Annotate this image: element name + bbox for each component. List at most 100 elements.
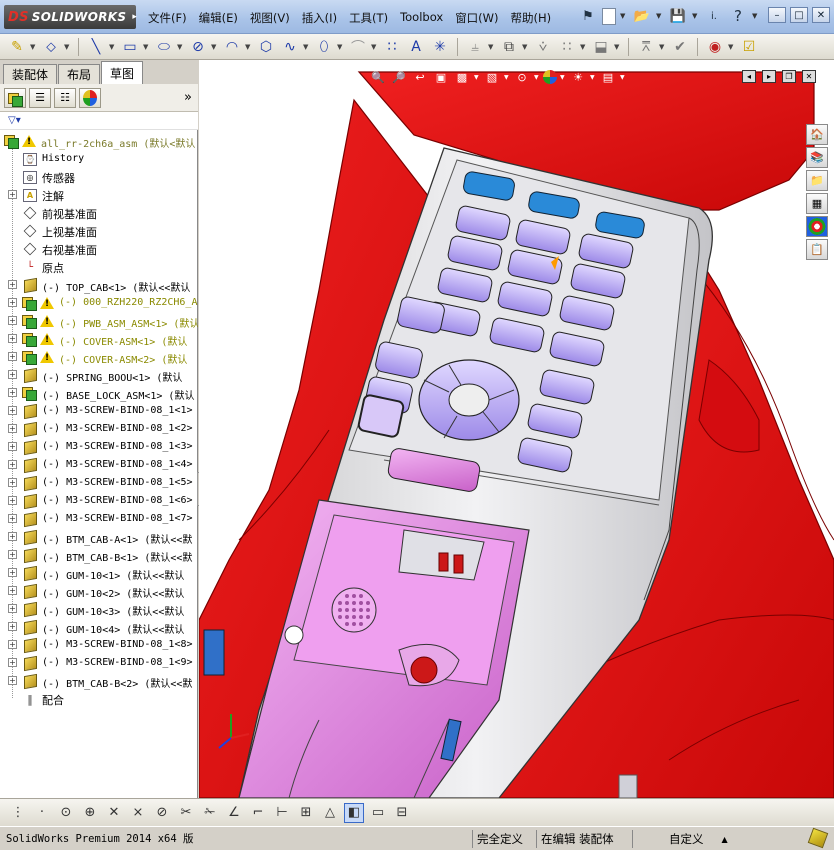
save-dropdown-arrow-icon[interactable]: ▼ bbox=[692, 12, 700, 20]
filter-cross-icon[interactable]: ✕ bbox=[104, 803, 124, 823]
expand-icon[interactable]: + bbox=[8, 550, 17, 559]
filter-face-icon[interactable]: ⊘ bbox=[152, 803, 172, 823]
feature-manager-tree-icon[interactable] bbox=[4, 87, 26, 108]
close-window-icon[interactable]: ✕ bbox=[812, 7, 830, 23]
tab-layout[interactable]: 布局 bbox=[58, 64, 101, 84]
display-manager-icon[interactable] bbox=[79, 87, 101, 108]
expand-icon[interactable]: + bbox=[8, 406, 17, 415]
new-document-icon[interactable] bbox=[602, 7, 616, 25]
expand-icon[interactable]: + bbox=[8, 496, 17, 505]
status-units-custom[interactable]: 自定义 ▲ bbox=[632, 830, 782, 848]
ellipse-dropdown-arrow-icon[interactable]: ▼ bbox=[337, 43, 345, 51]
text-icon[interactable]: A bbox=[405, 36, 427, 58]
tree-item[interactable]: + (-) M3-SCREW-BIND-08_1<9> bbox=[0, 654, 198, 672]
quick-tips-icon[interactable] bbox=[807, 827, 829, 849]
view-orientation-icon[interactable]: ▩ bbox=[453, 68, 471, 86]
arc-dropdown-arrow-icon[interactable]: ▼ bbox=[245, 43, 253, 51]
selected-key[interactable] bbox=[357, 394, 405, 438]
section-view-icon[interactable]: ▣ bbox=[432, 68, 450, 86]
model-view[interactable] bbox=[199, 60, 834, 798]
tree-item[interactable]: + (-) BTM_CAB-A<1> (默认<<默 bbox=[0, 528, 198, 546]
expand-icon[interactable]: + bbox=[8, 676, 17, 685]
tree-item[interactable]: +! (-) COVER-ASM<1> (默认 bbox=[0, 330, 198, 348]
tree-item[interactable]: + (-) GUM-10<4> (默认<<默认 bbox=[0, 618, 198, 636]
expand-icon[interactable]: + bbox=[8, 478, 17, 487]
hide-show-dropdown-arrow-icon[interactable]: ▼ bbox=[534, 74, 540, 81]
apply-scene-icon[interactable]: ☀ bbox=[569, 68, 587, 86]
filter-table-icon[interactable]: ⊟ bbox=[392, 803, 412, 823]
rectangle-dropdown-arrow-icon[interactable]: ▼ bbox=[143, 43, 151, 51]
menu-file[interactable]: 文件(F) bbox=[142, 8, 193, 28]
snaps-dropdown-arrow-icon[interactable]: ▼ bbox=[728, 43, 736, 51]
tab-assembly[interactable]: 装配体 bbox=[3, 64, 58, 84]
tree-item[interactable]: + (-) SPRING_BOOU<1> (默认 bbox=[0, 366, 198, 384]
tree-item[interactable]: + (-) BTM_CAB-B<1> (默认<<默 bbox=[0, 546, 198, 564]
zoom-to-area-icon[interactable]: 🔎 bbox=[390, 68, 408, 86]
tree-item[interactable]: + (-) BASE_LOCK_ASM<1> (默认 bbox=[0, 384, 198, 402]
ellipse-icon[interactable]: ⬯ bbox=[313, 36, 335, 58]
filter-vertex-icon[interactable]: ⊕ bbox=[80, 803, 100, 823]
sketch-dropdown-arrow-icon[interactable]: ▼ bbox=[30, 43, 38, 51]
tree-item[interactable]: + (-) M3-SCREW-BIND-08_1<1> bbox=[0, 402, 198, 420]
expand-icon[interactable]: + bbox=[8, 280, 17, 289]
tree-item[interactable]: + (-) GUM-10<3> (默认<<默认 bbox=[0, 600, 198, 618]
display-style-dropdown-arrow-icon[interactable]: ▼ bbox=[504, 74, 510, 81]
spline-icon[interactable]: ∿ bbox=[279, 36, 301, 58]
circle-icon[interactable]: ⊘ bbox=[187, 36, 209, 58]
open-folder-icon[interactable]: 📂 bbox=[632, 6, 652, 26]
tree-item[interactable]: + (-) GUM-10<1> (默认<<默认 bbox=[0, 564, 198, 582]
smart-dimension-icon[interactable]: ⬦ bbox=[40, 36, 62, 58]
tree-item[interactable]: + (-) TOP_CAB<1> (默认<<默认 bbox=[0, 276, 198, 294]
tree-item[interactable]: −! all_rr-2ch6a_asm (默认<默认 bbox=[0, 132, 198, 150]
minimize-window-icon[interactable]: – bbox=[768, 7, 786, 23]
tree-item[interactable]: + (-) BTM_CAB-B<2> (默认<<默 bbox=[0, 672, 198, 690]
help-dropdown-arrow-icon[interactable]: ▼ bbox=[752, 12, 760, 20]
line-dropdown-arrow-icon[interactable]: ▼ bbox=[109, 43, 117, 51]
custom-properties-icon[interactable]: 📋 bbox=[806, 239, 828, 260]
expand-icon[interactable]: + bbox=[8, 514, 17, 523]
tree-item[interactable]: +! (-) PWB_ASM_ASM<1> (默认 bbox=[0, 312, 198, 330]
tree-item[interactable]: ‖ 配合 bbox=[0, 690, 198, 708]
tree-item[interactable]: 右视基准面 bbox=[0, 240, 198, 258]
previous-view-icon[interactable]: ↩ bbox=[411, 68, 429, 86]
expand-icon[interactable]: + bbox=[8, 334, 17, 343]
move-entities-icon[interactable]: ⬓ bbox=[590, 36, 612, 58]
save-icon[interactable]: 💾 bbox=[668, 6, 688, 26]
tree-item[interactable]: + (-) M3-SCREW-BIND-08_1<2> bbox=[0, 420, 198, 438]
tree-item[interactable]: + (-) GUM-10<2> (默认<<默认 bbox=[0, 582, 198, 600]
tab-sketch[interactable]: 草图 bbox=[101, 61, 144, 84]
scene-dropdown-arrow-icon[interactable]: ▼ bbox=[590, 74, 596, 81]
expand-icon[interactable]: + bbox=[8, 460, 17, 469]
menu-tools[interactable]: 工具(T) bbox=[343, 8, 394, 28]
expand-icon[interactable]: + bbox=[8, 190, 17, 199]
repair-sketch-icon[interactable]: ✔ bbox=[669, 36, 691, 58]
tree-item[interactable]: ⌚ History bbox=[0, 150, 198, 168]
pin-icon[interactable]: ⚑ bbox=[578, 6, 598, 26]
tree-item[interactable]: + (-) M3-SCREW-BIND-08_1<5> bbox=[0, 474, 198, 492]
menu-window[interactable]: 窗口(W) bbox=[449, 8, 504, 28]
navigation-ring[interactable] bbox=[418, 359, 520, 441]
view-palette-icon[interactable]: ▦ bbox=[806, 193, 828, 214]
tree-item[interactable]: + (-) M3-SCREW-BIND-08_1<8> bbox=[0, 636, 198, 654]
menu-toolbox[interactable]: Toolbox bbox=[394, 8, 449, 28]
edit-appearance-icon[interactable] bbox=[543, 70, 557, 84]
expand-icon[interactable]: + bbox=[8, 388, 17, 397]
filter-solid-body-icon[interactable]: ◧ bbox=[344, 802, 364, 823]
slot-dropdown-arrow-icon[interactable]: ▼ bbox=[177, 43, 185, 51]
doc-close-icon[interactable]: ✕ bbox=[802, 70, 816, 83]
expand-icon[interactable]: + bbox=[8, 370, 17, 379]
file-explorer-icon[interactable]: 📁 bbox=[806, 170, 828, 191]
property-manager-icon[interactable]: ☰ bbox=[29, 87, 51, 108]
design-library-icon[interactable]: 📚 bbox=[806, 147, 828, 168]
spline-dropdown-arrow-icon[interactable]: ▼ bbox=[303, 43, 311, 51]
slot-icon[interactable]: ⬭ bbox=[153, 36, 175, 58]
fillet-icon[interactable]: ⌒ bbox=[347, 36, 369, 58]
convert-entities-icon[interactable]: ⧉ bbox=[498, 36, 520, 58]
open-dropdown-arrow-icon[interactable]: ▼ bbox=[656, 12, 664, 20]
tree-item[interactable]: +! (-) COVER-ASM<2> (默认 bbox=[0, 348, 198, 366]
tree-item[interactable]: 前视基准面 bbox=[0, 204, 198, 222]
move-dropdown-arrow-icon[interactable]: ▼ bbox=[614, 43, 622, 51]
toolbar-grip-icon[interactable]: ⋮ bbox=[8, 803, 28, 823]
more-tools-icon[interactable]: i. bbox=[704, 6, 724, 26]
expand-icon[interactable]: + bbox=[8, 622, 17, 631]
